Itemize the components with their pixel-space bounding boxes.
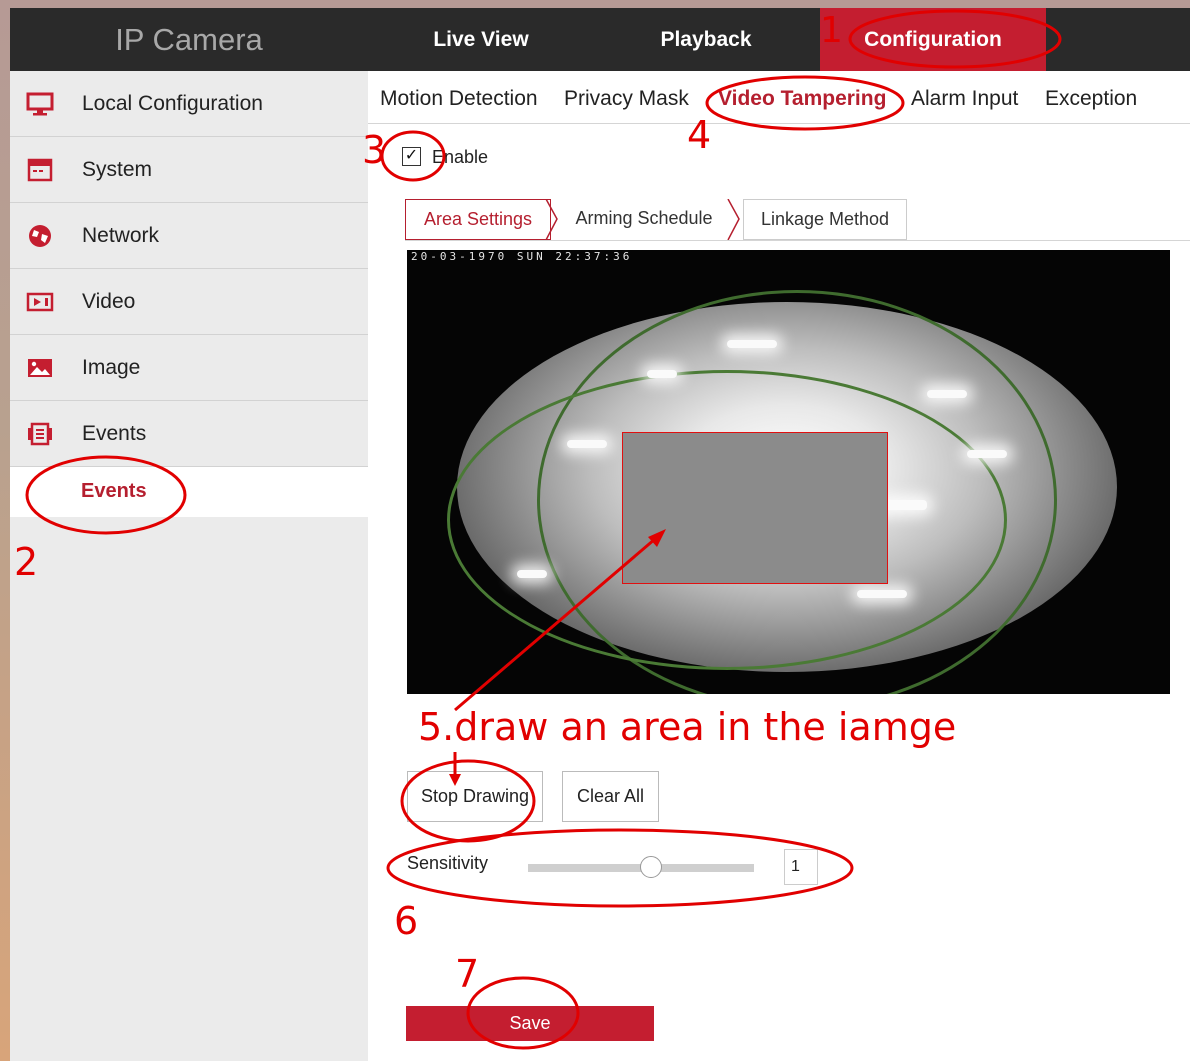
tab-exception[interactable]: Exception <box>1045 71 1137 123</box>
tab-alarm-input[interactable]: Alarm Input <box>911 71 1018 123</box>
annotation-step-1: 1 <box>820 10 843 51</box>
tab-motion-detection[interactable]: Motion Detection <box>380 71 538 123</box>
image-icon <box>28 359 52 377</box>
ceiling-light <box>967 450 1007 458</box>
sensitivity-slider-handle[interactable] <box>640 856 662 878</box>
ceiling-light <box>517 570 547 578</box>
enable-checkbox[interactable]: ✓ <box>402 147 421 166</box>
video-icon <box>26 292 54 312</box>
annotation-step-2: 2 <box>14 540 39 584</box>
nav-live-view[interactable]: Live View <box>381 8 581 71</box>
nav-playback[interactable]: Playback <box>606 8 806 71</box>
step-arming-schedule[interactable]: Arming Schedule <box>564 199 724 240</box>
annotation-step-6: 6 <box>394 899 419 943</box>
tamper-area-rectangle[interactable] <box>622 432 888 584</box>
ceiling-light <box>567 440 607 448</box>
sidebar-item-label: System <box>82 158 153 181</box>
step-linkage-method[interactable]: Linkage Method <box>743 199 907 240</box>
ceiling-light <box>647 370 677 378</box>
annotation-step-5: 5.draw an area in the iamge <box>418 705 957 749</box>
sidebar-item-label: Network <box>82 224 160 247</box>
sidebar-item-image[interactable]: Image <box>10 335 368 401</box>
ceiling-light <box>927 390 967 398</box>
step-divider <box>405 240 1190 241</box>
annotation-step-7: 7 <box>455 952 480 996</box>
sidebar-item-local-configuration[interactable]: Local Configuration <box>10 71 368 137</box>
step-area-settings[interactable]: Area Settings <box>405 199 551 240</box>
nav-configuration[interactable]: Configuration <box>820 8 1046 71</box>
brand-title: IP Camera <box>115 22 263 57</box>
ceiling-light <box>727 340 777 348</box>
top-navigation-bar: IP Camera Live View Playback Configurati… <box>10 8 1190 71</box>
video-preview[interactable]: 20-03-1970 SUN 22:37:36 <box>407 250 1170 694</box>
sidebar-item-label: Video <box>82 290 136 313</box>
step-chevron-icon <box>727 199 740 240</box>
sidebar: Local Configuration System Network Video… <box>10 71 368 1061</box>
annotation-step-3: 3 <box>362 128 387 172</box>
clear-all-button[interactable]: Clear All <box>562 771 659 822</box>
sensitivity-label: Sensitivity <box>407 853 489 873</box>
sidebar-item-video[interactable]: Video <box>10 269 368 335</box>
main-panel: Motion Detection Privacy Mask Video Tamp… <box>368 71 1190 1061</box>
sidebar-item-label: Image <box>82 356 141 379</box>
tab-divider <box>368 123 1190 124</box>
enable-label: Enable <box>432 147 489 167</box>
sidebar-item-events[interactable]: Events <box>10 401 368 467</box>
monitor-icon <box>26 92 54 116</box>
sidebar-item-label: Events <box>82 422 147 445</box>
annotation-step-4: 4 <box>687 113 712 157</box>
sidebar-item-system[interactable]: System <box>10 137 368 203</box>
stop-drawing-button[interactable]: Stop Drawing <box>407 771 543 822</box>
events-icon <box>28 422 52 446</box>
video-osd-timestamp: 20-03-1970 SUN 22:37:36 <box>411 250 633 263</box>
tab-privacy-mask[interactable]: Privacy Mask <box>564 71 689 123</box>
sidebar-item-network[interactable]: Network <box>10 203 368 269</box>
globe-icon <box>29 225 51 247</box>
sidebar-item-label: Local Configuration <box>82 92 263 115</box>
ceiling-light <box>857 590 907 598</box>
tab-video-tampering[interactable]: Video Tampering <box>718 71 886 123</box>
save-button[interactable]: Save <box>406 1006 654 1041</box>
sidebar-subitem-label: Events <box>81 480 147 502</box>
step-chevron-icon <box>545 199 558 240</box>
window-icon <box>27 158 53 182</box>
sidebar-subitem-events[interactable]: Events <box>10 467 368 517</box>
sensitivity-value-field[interactable]: 1 <box>784 849 818 885</box>
